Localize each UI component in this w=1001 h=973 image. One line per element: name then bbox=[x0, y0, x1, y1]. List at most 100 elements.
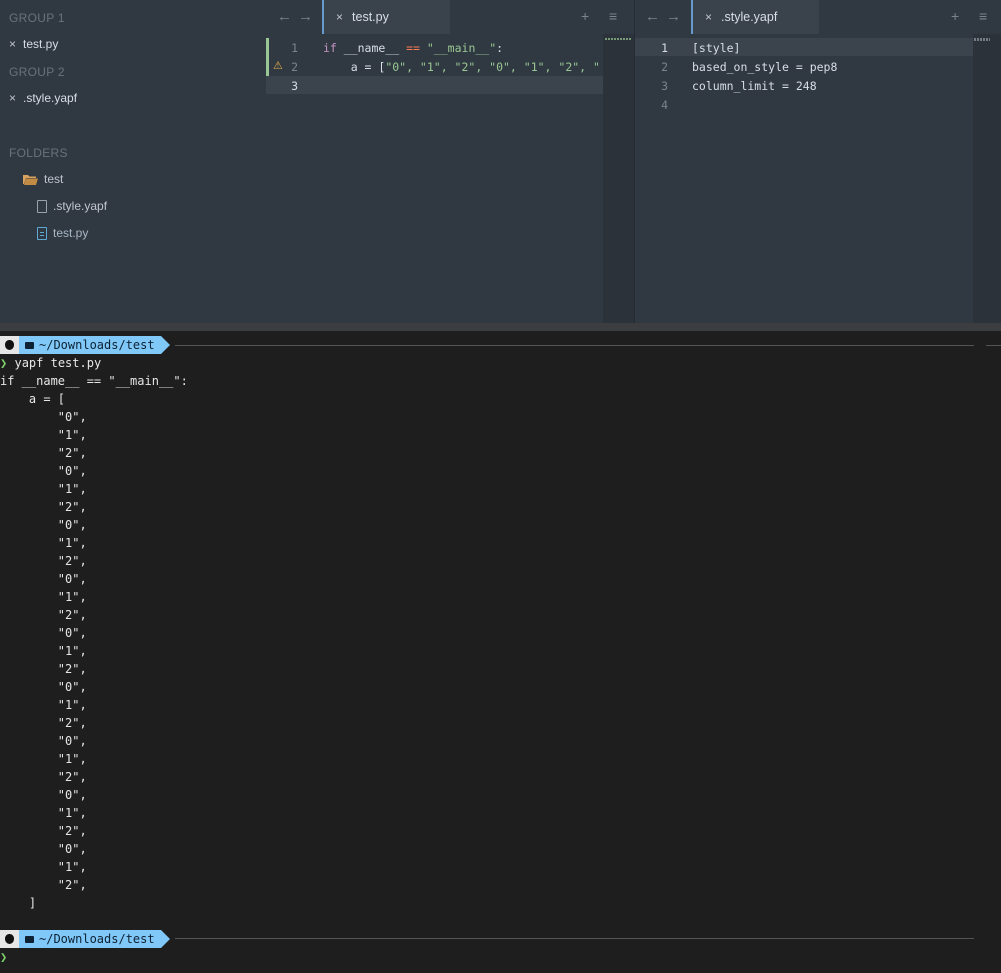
back-arrow-icon[interactable]: ← bbox=[645, 8, 666, 25]
prompt-path-text: ~/Downloads/test bbox=[39, 932, 155, 946]
forward-arrow-icon[interactable]: → bbox=[298, 8, 319, 25]
close-icon[interactable]: × bbox=[705, 10, 712, 24]
file-icon bbox=[37, 199, 47, 213]
punct: : bbox=[496, 41, 504, 55]
output-line: "1", bbox=[0, 482, 87, 496]
prompt-char: ❯ bbox=[0, 356, 8, 370]
output-line: "1", bbox=[0, 860, 87, 874]
output-line: "0", bbox=[0, 410, 87, 424]
string: "__main__" bbox=[426, 41, 497, 55]
forward-arrow-icon[interactable]: → bbox=[666, 8, 687, 25]
open-file-test-py[interactable]: × test.py bbox=[9, 37, 58, 51]
output-line: "2", bbox=[0, 500, 87, 514]
output-line: "0", bbox=[0, 518, 87, 532]
input-line[interactable]: ❯ bbox=[0, 948, 7, 966]
output-line: "2", bbox=[0, 716, 87, 730]
output-line: "2", bbox=[0, 662, 87, 676]
python-file-icon bbox=[37, 226, 47, 240]
group2-heading: GROUP 2 bbox=[9, 65, 65, 79]
tree-file-label: .style.yapf bbox=[53, 199, 108, 213]
tab-style-yapf[interactable]: × .style.yapf bbox=[691, 0, 819, 34]
line-number: 3 bbox=[661, 79, 668, 93]
folder-icon bbox=[25, 341, 34, 349]
git-added-gutter-mark bbox=[266, 38, 269, 78]
plus-icon[interactable]: + bbox=[581, 8, 589, 24]
minimap-line bbox=[974, 38, 990, 41]
command-line: ❯ yapf test.py bbox=[0, 354, 101, 372]
line-number: 1 bbox=[661, 41, 668, 55]
code-prefix: a = [ bbox=[323, 60, 386, 74]
output-line: "0", bbox=[0, 626, 87, 640]
minimap[interactable] bbox=[973, 34, 1001, 323]
folders-heading: FOLDERS bbox=[9, 146, 68, 160]
menu-icon[interactable]: ≡ bbox=[979, 8, 987, 24]
nav-arrows: ←→ bbox=[645, 8, 687, 25]
nav-arrows: ←→ bbox=[277, 8, 319, 25]
apple-icon bbox=[0, 336, 19, 354]
back-arrow-icon[interactable]: ← bbox=[277, 8, 298, 25]
code-line-1: if __name__ == "__main__": bbox=[323, 41, 503, 55]
tree-file-label: test.py bbox=[53, 226, 89, 240]
line-number: 3 bbox=[291, 79, 298, 93]
operator: == bbox=[406, 41, 420, 55]
output-line: "1", bbox=[0, 428, 87, 442]
open-file-label: test.py bbox=[23, 37, 59, 51]
left-tabbar: ←→ × test.py + ≡ bbox=[266, 0, 634, 34]
sidebar: GROUP 1 × test.py GROUP 2 × .style.yapf … bbox=[0, 0, 266, 323]
code-line-2: based_on_style = pep8 bbox=[692, 60, 838, 74]
line-number: 4 bbox=[661, 98, 668, 112]
close-icon[interactable]: × bbox=[9, 91, 19, 105]
prompt-path: ~/Downloads/test bbox=[19, 336, 170, 354]
plus-icon[interactable]: + bbox=[951, 8, 959, 24]
current-line-highlight bbox=[266, 76, 603, 94]
close-icon[interactable]: × bbox=[336, 10, 343, 24]
tab-test-py[interactable]: × test.py bbox=[322, 0, 450, 34]
folder-test[interactable]: test bbox=[23, 172, 63, 186]
close-icon[interactable]: × bbox=[9, 37, 19, 51]
folder-label: test bbox=[44, 172, 64, 186]
output-line: "1", bbox=[0, 698, 87, 712]
output-line: if __name__ == "__main__": bbox=[0, 374, 188, 388]
prompt-rule bbox=[175, 345, 974, 346]
prompt-char: ❯ bbox=[0, 950, 8, 964]
folder-icon bbox=[25, 935, 34, 943]
right-tabbar: ←→ × .style.yapf + ≡ bbox=[634, 0, 1001, 34]
panel-divider[interactable] bbox=[0, 323, 1001, 331]
output-line: "0", bbox=[0, 842, 87, 856]
prompt-segment: ~/Downloads/test bbox=[0, 336, 170, 354]
output-line: "2", bbox=[0, 824, 87, 838]
output-line: "2", bbox=[0, 446, 87, 460]
output-line: "1", bbox=[0, 590, 87, 604]
right-code-pane[interactable]: 1 2 3 4 [style] based_on_style = pep8 co… bbox=[634, 34, 1001, 323]
editor-window: GROUP 1 × test.py GROUP 2 × .style.yapf … bbox=[0, 0, 1001, 323]
folder-open-icon bbox=[23, 174, 38, 185]
minimap[interactable] bbox=[603, 34, 634, 323]
output-line: "0", bbox=[0, 572, 87, 586]
code-line-1: [style] bbox=[692, 41, 741, 55]
output-line: "0", bbox=[0, 464, 87, 478]
prompt-rule bbox=[175, 938, 974, 939]
output-line: ] bbox=[0, 896, 37, 910]
tab-label: test.py bbox=[352, 10, 389, 24]
tree-file-test-py[interactable]: test.py bbox=[37, 226, 88, 240]
output-line: "2", bbox=[0, 770, 87, 784]
left-code-pane[interactable]: 1 ⚠ 2 3 if __name__ == "__main__": a = [… bbox=[266, 34, 634, 323]
output-line: "2", bbox=[0, 554, 87, 568]
current-line-highlight bbox=[635, 38, 973, 56]
command-text: yapf test.py bbox=[14, 356, 102, 370]
open-file-style-yapf[interactable]: × .style.yapf bbox=[9, 91, 77, 105]
output-line: "1", bbox=[0, 806, 87, 820]
keyword: if bbox=[323, 41, 337, 55]
prompt-rule bbox=[986, 345, 1001, 346]
apple-icon bbox=[0, 930, 19, 948]
open-file-label: .style.yapf bbox=[23, 91, 78, 105]
prompt-path-text: ~/Downloads/test bbox=[39, 338, 155, 352]
identifier: __name__ bbox=[336, 41, 407, 55]
output-line: "2", bbox=[0, 608, 87, 622]
terminal[interactable]: ~/Downloads/test ❯ yapf test.py if __nam… bbox=[0, 323, 1001, 973]
menu-icon[interactable]: ≡ bbox=[609, 8, 617, 24]
prompt-path: ~/Downloads/test bbox=[19, 930, 170, 948]
output-line: "1", bbox=[0, 536, 87, 550]
code-line-2: a = ["0", "1", "2", "0", "1", "2", " bbox=[323, 60, 603, 74]
tree-file-style-yapf[interactable]: .style.yapf bbox=[37, 199, 107, 213]
